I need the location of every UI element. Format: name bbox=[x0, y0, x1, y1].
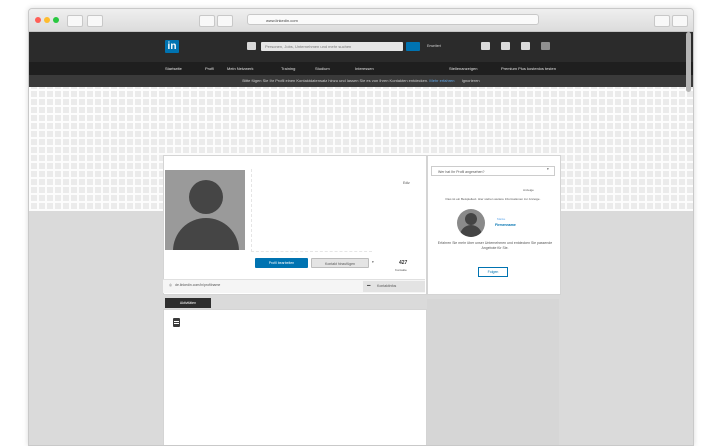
more-options-icon[interactable]: ▾ bbox=[372, 260, 374, 264]
contact-card-icon: ▬ bbox=[367, 283, 371, 287]
browser-toolbar: www.linkedin.com bbox=[29, 9, 693, 32]
ad-intro-text: Dies ist ein Beispieltext. Hier stehen w… bbox=[445, 197, 541, 201]
avatar-shoulders bbox=[173, 218, 239, 250]
address-bar[interactable]: www.linkedin.com bbox=[247, 14, 539, 25]
share-icon[interactable] bbox=[199, 15, 215, 27]
menu-item-profile[interactable]: Profil bbox=[205, 66, 214, 71]
close-window-button[interactable] bbox=[35, 17, 41, 23]
edit-profile-link[interactable]: Ediz bbox=[403, 181, 410, 185]
banner-link[interactable]: Mehr erfahren bbox=[429, 78, 454, 83]
profile-url[interactable]: de.linkedin.com/in/profilname bbox=[175, 283, 220, 287]
contact-info-label: Kontaktinfos bbox=[377, 284, 397, 288]
edit-profile-button[interactable]: Profil bearbeiten bbox=[255, 258, 308, 268]
ad-brand-name[interactable]: Firmenname bbox=[495, 223, 516, 227]
document-icon[interactable] bbox=[173, 318, 180, 327]
menu-item-jobs[interactable]: Stellenanzeigen bbox=[449, 66, 477, 71]
search-button[interactable] bbox=[406, 42, 420, 51]
menu-item-network[interactable]: Mein Netzwerk bbox=[227, 66, 253, 71]
add-contacts-icon[interactable] bbox=[521, 42, 530, 50]
scrollbar[interactable] bbox=[686, 32, 691, 92]
contact-info-button[interactable]: ▬ Kontaktinfos bbox=[363, 281, 425, 292]
menu-item-home[interactable]: Startseite bbox=[165, 66, 182, 71]
chevron-down-icon[interactable]: ▾ bbox=[547, 167, 549, 171]
menu-item-training[interactable]: Training bbox=[281, 66, 295, 71]
activity-section-tab[interactable]: Aktivitäten bbox=[165, 298, 211, 308]
banner-text: Bitte fügen Sie Ihr Profil einen Kontakt… bbox=[242, 78, 429, 83]
new-tab-icon[interactable] bbox=[672, 15, 688, 27]
ad-avatar bbox=[457, 209, 485, 237]
banner-dismiss[interactable]: Ignorieren bbox=[462, 78, 480, 83]
follow-button[interactable]: Folgen bbox=[478, 267, 508, 277]
menu-item-studies[interactable]: Studium bbox=[315, 66, 330, 71]
connections-count[interactable]: 427 bbox=[399, 260, 407, 266]
ad-brand-small: Marke bbox=[497, 217, 506, 221]
downloads-icon[interactable] bbox=[654, 15, 670, 27]
connections-label: Kontakte bbox=[395, 268, 407, 272]
activity-section bbox=[163, 309, 427, 445]
avatar-head bbox=[189, 180, 223, 214]
tabs-icon[interactable] bbox=[217, 15, 233, 27]
ad-label: Anzeige bbox=[523, 188, 534, 192]
premium-link[interactable]: Premium Plus kostenlos testen bbox=[501, 66, 556, 71]
menu-item-interests[interactable]: Interessen bbox=[355, 66, 374, 71]
sidebar-toggle-icon[interactable] bbox=[87, 15, 103, 27]
advanced-search-link[interactable]: Erweitert bbox=[427, 44, 441, 48]
profile-info-area bbox=[251, 169, 372, 252]
minimize-window-button[interactable] bbox=[44, 17, 50, 23]
ad-body-text: Erfahren Sie mehr über unser Unternehmen… bbox=[437, 241, 553, 250]
messages-icon[interactable] bbox=[481, 42, 490, 50]
profile-views-select[interactable]: Wer hat Ihr Profil angesehen? bbox=[431, 166, 555, 176]
avatar[interactable] bbox=[541, 42, 550, 50]
search-input[interactable]: Personen, Jobs, Unternehmen und mehr suc… bbox=[261, 42, 403, 51]
browser-window: www.linkedin.com in Personen, Jobs, Unte… bbox=[28, 8, 694, 446]
add-contact-button[interactable]: Kontakt hinzufügen bbox=[311, 258, 369, 268]
back-icon[interactable] bbox=[67, 15, 83, 27]
right-column bbox=[427, 299, 559, 445]
maximize-window-button[interactable] bbox=[53, 17, 59, 23]
apps-icon[interactable] bbox=[247, 42, 256, 50]
notice-banner: Bitte fügen Sie Ihr Profil einen Kontakt… bbox=[29, 75, 693, 87]
linkedin-logo[interactable]: in bbox=[165, 40, 179, 53]
profile-photo[interactable] bbox=[165, 170, 245, 250]
notifications-icon[interactable] bbox=[501, 42, 510, 50]
globe-icon: ◎ bbox=[169, 283, 173, 287]
